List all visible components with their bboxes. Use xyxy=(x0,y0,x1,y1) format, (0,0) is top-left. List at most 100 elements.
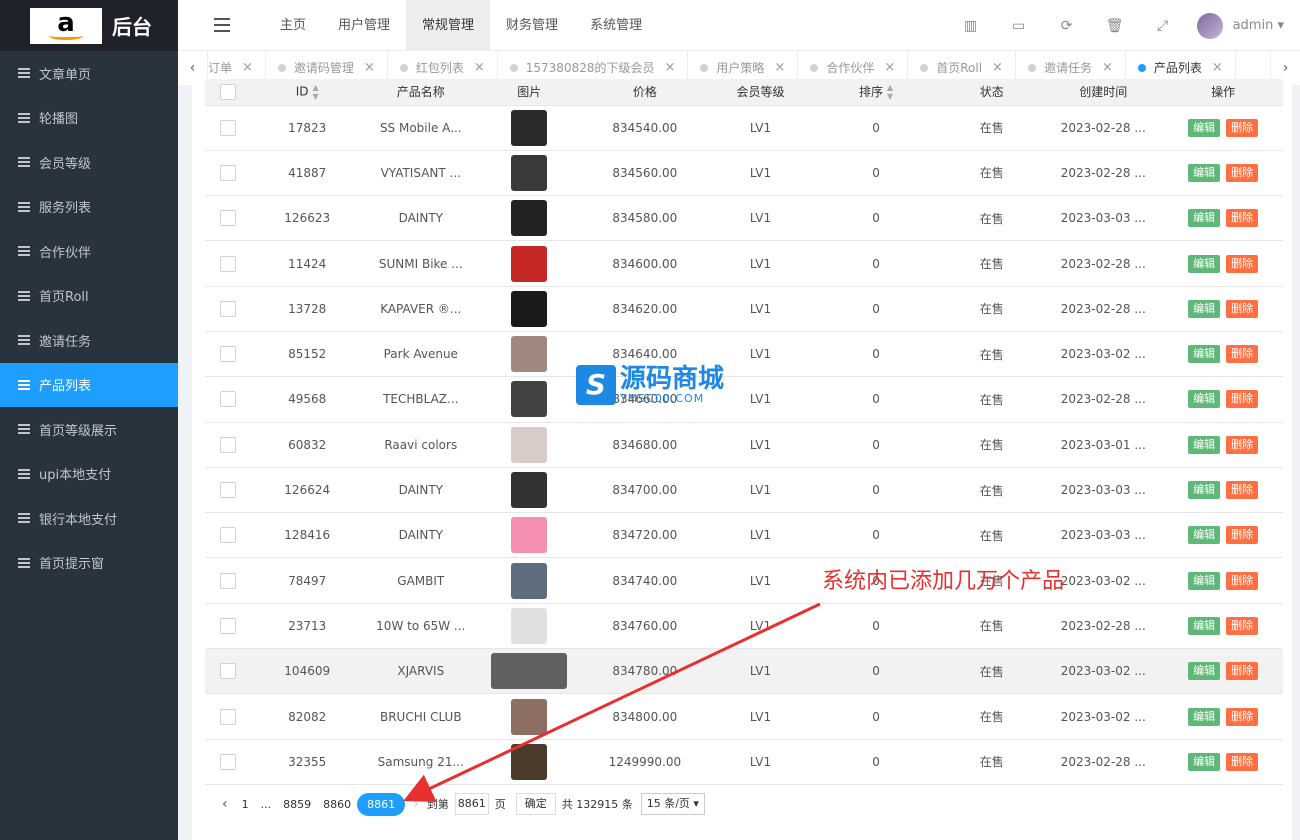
edit-button[interactable]: 编辑 xyxy=(1188,526,1221,545)
sidebar-item-upi-pay[interactable]: upi本地支付 xyxy=(0,452,178,497)
product-thumbnail[interactable] xyxy=(511,245,548,282)
product-thumbnail[interactable] xyxy=(511,472,548,509)
row-checkbox[interactable] xyxy=(219,527,236,544)
sidebar-item-articles[interactable]: 文章单页 xyxy=(0,51,178,96)
row-checkbox[interactable] xyxy=(219,391,236,408)
sidebar-item-invite-tasks[interactable]: 邀请任务 xyxy=(0,318,178,363)
delete-button[interactable]: 删除 xyxy=(1226,345,1259,364)
edit-button[interactable]: 编辑 xyxy=(1188,299,1221,318)
row-checkbox[interactable] xyxy=(219,482,236,499)
product-thumbnail[interactable] xyxy=(511,200,548,237)
delete-button[interactable]: 删除 xyxy=(1226,254,1259,273)
trash-icon[interactable]: 🗑 xyxy=(1091,18,1139,34)
goto-confirm-button[interactable]: 确定 xyxy=(515,793,556,815)
table-row[interactable]: 126624 DAINTY 834700.00 LV1 0 在售 2023-03-03 ..… xyxy=(205,467,1283,514)
edit-button[interactable]: 编辑 xyxy=(1188,435,1221,454)
sidebar-item-home-popup[interactable]: 首页提示窗 xyxy=(0,541,178,586)
sidebar-toggle-icon[interactable] xyxy=(214,18,230,32)
select-all-checkbox[interactable] xyxy=(219,83,236,100)
sidebar-item-member-levels[interactable]: 会员等级 xyxy=(0,140,178,185)
table-row[interactable]: 11424 SUNMI Bike ... 834600.00 LV1 0 在售 2023-0… xyxy=(205,240,1283,287)
sort-icon[interactable]: ▲ ▼ xyxy=(887,83,893,101)
page-8859[interactable]: 8859 xyxy=(277,798,317,811)
table-row[interactable]: 41887 VYATISANT ... 834560.00 LV1 0 在售 2023-02… xyxy=(205,150,1283,197)
row-checkbox[interactable] xyxy=(219,164,236,181)
column-header[interactable]: 排序 ▲ ▼ xyxy=(812,79,941,106)
delete-button[interactable]: 删除 xyxy=(1226,118,1259,137)
nav-system-management[interactable]: 系统管理 xyxy=(574,0,658,51)
next-page-icon[interactable]: › xyxy=(405,796,427,812)
nav-home[interactable]: 主页 xyxy=(264,0,322,51)
nav-general-management[interactable]: 常规管理 xyxy=(406,0,491,51)
product-thumbnail[interactable] xyxy=(511,562,548,599)
table-row[interactable]: 17823 SS Mobile A... 834540.00 LV1 0 在售 2023-0… xyxy=(205,105,1283,151)
sidebar-item-bank-pay[interactable]: 银行本地支付 xyxy=(0,496,178,541)
edit-button[interactable]: 编辑 xyxy=(1188,254,1221,273)
edit-button[interactable]: 编辑 xyxy=(1188,163,1221,182)
chart-icon[interactable]: ▥ xyxy=(947,18,995,34)
edit-button[interactable]: 编辑 xyxy=(1188,571,1221,590)
page-8860[interactable]: 8860 xyxy=(317,798,357,811)
delete-button[interactable]: 删除 xyxy=(1226,571,1259,590)
sidebar-item-home-roll[interactable]: 首页Roll xyxy=(0,274,178,319)
edit-button[interactable]: 编辑 xyxy=(1188,209,1221,228)
page-first[interactable]: 1 xyxy=(236,798,255,811)
row-checkbox[interactable] xyxy=(219,617,236,634)
sort-icon[interactable]: ▲ ▼ xyxy=(313,83,319,101)
edit-button[interactable]: 编辑 xyxy=(1188,481,1221,500)
delete-button[interactable]: 删除 xyxy=(1226,299,1259,318)
sidebar-item-services[interactable]: 服务列表 xyxy=(0,185,178,230)
table-row[interactable]: 128416 DAINTY 834720.00 LV1 0 在售 2023-03-03 ..… xyxy=(205,512,1283,559)
row-checkbox[interactable] xyxy=(219,346,236,363)
product-thumbnail[interactable] xyxy=(491,653,568,690)
page-size-select[interactable]: 15 条/页 ▾ xyxy=(640,793,705,815)
delete-button[interactable]: 删除 xyxy=(1226,616,1259,635)
table-row[interactable]: 13728 KAPAVER ®... 834620.00 LV1 0 在售 2023-02-… xyxy=(205,286,1283,332)
row-checkbox[interactable] xyxy=(219,119,236,136)
table-row[interactable]: 32355 Samsung 21... 1249990.00 LV1 0 在售 2023-0… xyxy=(205,739,1283,785)
product-thumbnail[interactable] xyxy=(511,607,548,644)
edit-button[interactable]: 编辑 xyxy=(1188,345,1221,364)
table-row[interactable]: 23713 10W to 65W ... 834760.00 LV1 0 在售 2023-0… xyxy=(205,603,1283,650)
edit-button[interactable]: 编辑 xyxy=(1188,118,1221,137)
column-header[interactable]: ID ▲ ▼ xyxy=(250,79,364,106)
delete-button[interactable]: 删除 xyxy=(1226,435,1259,454)
delete-button[interactable]: 删除 xyxy=(1226,662,1259,681)
product-thumbnail[interactable] xyxy=(511,290,548,327)
row-checkbox[interactable] xyxy=(219,255,236,272)
edit-button[interactable]: 编辑 xyxy=(1188,662,1221,681)
avatar[interactable] xyxy=(1196,12,1223,39)
delete-button[interactable]: 删除 xyxy=(1226,163,1259,182)
table-row[interactable]: 104609 XJARVIS 834780.00 LV1 0 在售 2023-03-02 .… xyxy=(205,648,1283,695)
table-row[interactable]: 82082 BRUCHI CLUB 834800.00 LV1 0 在售 2023-03-0… xyxy=(205,693,1283,740)
nav-finance-management[interactable]: 财务管理 xyxy=(490,0,574,51)
product-thumbnail[interactable] xyxy=(511,426,548,463)
product-thumbnail[interactable] xyxy=(511,109,548,146)
delete-button[interactable]: 删除 xyxy=(1226,752,1259,771)
product-thumbnail[interactable] xyxy=(511,743,548,780)
page-current[interactable]: 8861 xyxy=(357,792,406,816)
row-checkbox[interactable] xyxy=(219,210,236,227)
product-thumbnail[interactable] xyxy=(511,154,548,191)
table-row[interactable]: 78497 GAMBIT 834740.00 LV1 0 在售 2023-03-02 ...… xyxy=(205,557,1283,604)
edit-button[interactable]: 编辑 xyxy=(1188,616,1221,635)
user-menu[interactable]: admin ▾ xyxy=(1233,18,1284,33)
card-icon[interactable]: ▭ xyxy=(995,18,1043,34)
prev-page-icon[interactable]: ‹ xyxy=(214,796,236,812)
table-row[interactable]: 49568 TECHBLAZ... 834660.00 LV1 0 在售 2023-02-2… xyxy=(205,376,1283,423)
row-checkbox[interactable] xyxy=(219,663,236,680)
sidebar-item-carousel[interactable]: 轮播图 xyxy=(0,96,178,141)
edit-button[interactable]: 编辑 xyxy=(1188,390,1221,409)
tab-scroll-left-icon[interactable]: ‹ xyxy=(178,51,208,85)
sidebar-item-products[interactable]: 产品列表 xyxy=(0,362,178,407)
nav-user-management[interactable]: 用户管理 xyxy=(322,0,406,51)
product-thumbnail[interactable] xyxy=(511,517,548,554)
row-checkbox[interactable] xyxy=(219,572,236,589)
row-checkbox[interactable] xyxy=(219,708,236,725)
table-row[interactable]: 85152 Park Avenue 834640.00 LV1 0 在售 2023-03-0… xyxy=(205,331,1283,378)
delete-button[interactable]: 删除 xyxy=(1226,390,1259,409)
row-checkbox[interactable] xyxy=(219,753,236,770)
delete-button[interactable]: 删除 xyxy=(1226,707,1259,726)
sidebar-item-partners[interactable]: 合作伙伴 xyxy=(0,229,178,274)
product-thumbnail[interactable] xyxy=(511,698,548,735)
